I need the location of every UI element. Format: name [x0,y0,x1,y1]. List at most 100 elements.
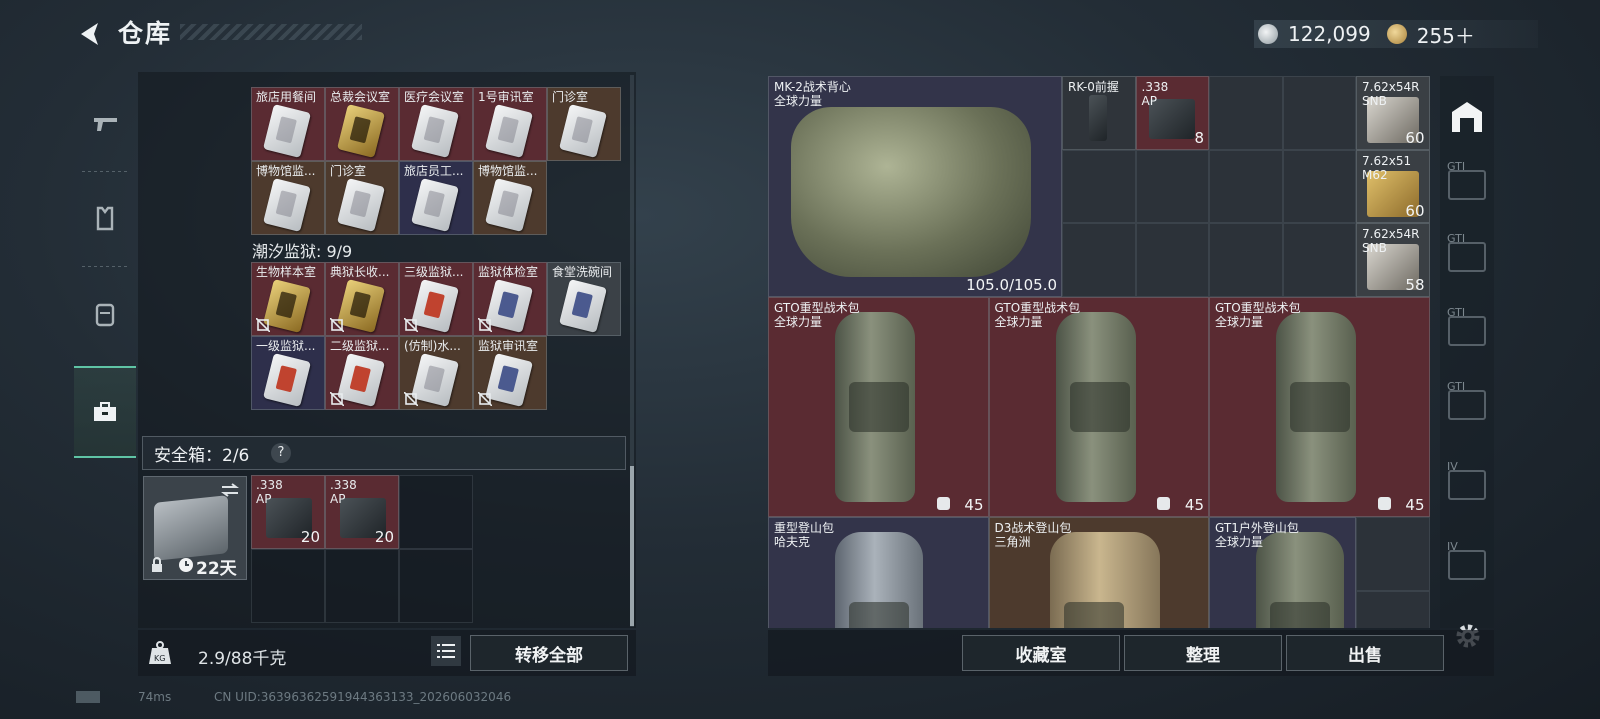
safebox-expiry: 22天 [196,559,237,579]
empty-slot [325,549,399,623]
backpack-image [1055,311,1136,502]
key-card-slot[interactable]: 总裁会议室 [325,87,399,161]
ammo-count: 8 [1194,128,1204,147]
key-card-slot[interactable]: 博物馆监... [251,161,325,235]
weight-kg-icon: KG [149,641,171,664]
key-name: 监狱审讯室 [478,339,539,353]
item-name: GTO重型战术包 全球力量 [994,300,1081,329]
empty-slot [1135,223,1209,297]
backpack-item[interactable]: GTO重型战术包 全球力量 45 [988,296,1209,517]
help-icon[interactable]: ? [271,443,291,463]
no-transfer-icon [404,392,418,406]
keycard-image [263,104,311,158]
grip-image [1089,95,1107,141]
key-card-slot[interactable]: 二级监狱... [325,336,399,410]
keycard-image [263,178,311,232]
scrollbar-thumb[interactable] [630,466,634,626]
ammo-item[interactable]: 7.62x51 M62 60 [1356,149,1430,223]
key-card-slot[interactable]: 门诊室 [325,161,399,235]
key-card-slot[interactable]: 典狱长收... [325,262,399,336]
grip-item[interactable]: RK-0前握 [1062,76,1136,150]
clock-icon [179,558,193,572]
key-name: 生物样本室 [256,265,317,279]
stash-tab-main[interactable] [1440,82,1494,152]
page-title: 仓库 [118,19,173,48]
key-card-slot[interactable]: (仿制)水... [399,336,473,410]
keycard-image [411,353,459,407]
keycard-image [337,178,385,232]
backpack-item[interactable]: GTO重型战术包 全球力量 45 [1209,296,1430,517]
sort-button[interactable]: 整理 [1124,635,1282,671]
transfer-all-button[interactable]: 转移全部 [470,635,628,671]
key-name: 三级监狱... [404,265,464,279]
key-card-slot[interactable]: 监狱审讯室 [473,336,547,410]
key-card-slot[interactable]: 一级监狱... [251,336,325,410]
ammo-count: 20 [374,528,394,546]
list-icon [437,644,455,658]
stash-tab-icon [1448,550,1486,580]
key-name: 旅店用餐间 [256,90,317,104]
lock-icon [152,557,162,572]
key-card-slot[interactable]: 生物样本室 [251,262,325,336]
key-card-slot[interactable]: 食堂洗碗间 [547,262,621,336]
ammo-item[interactable]: 7.62x54R SNB 60 [1356,76,1430,150]
safebox-item[interactable]: 22天 [143,476,247,580]
backpack-item[interactable]: GTO重型战术包 全球力量 45 [768,296,989,517]
key-card-slot[interactable]: 门诊室 [547,87,621,161]
ammo-count: 58 [1405,275,1425,294]
ammo-slot[interactable]: .338 AP 20 [251,475,325,549]
armor-vest-item[interactable]: MK-2战术背心 全球力量 105.0/105.0 [768,76,1062,297]
gold-amount[interactable]: 255＋ [1417,20,1475,49]
ammo-count: 60 [1405,202,1425,220]
silver-amount: 122,099 [1288,22,1371,46]
backpack-item[interactable]: D3战术登山包 三角洲 [988,517,1209,628]
collection-room-button[interactable]: 收藏室 [962,635,1120,671]
weight-icon [1157,497,1170,510]
stash-tab-icon [1448,390,1486,420]
key-name: 1号审讯室 [478,90,534,104]
sell-button[interactable]: 出售 [1286,635,1444,671]
item-name: 7.62x54R SNB [1362,80,1420,108]
nav-keys[interactable] [74,366,136,458]
key-card-slot[interactable]: 医疗会议室 [399,87,473,161]
nav-armor[interactable] [74,174,136,262]
keycard-image [559,104,607,158]
empty-slot [399,549,473,623]
key-name: 门诊室 [552,90,589,104]
ammo-item[interactable]: 7.62x54R SNB 58 [1356,223,1430,297]
key-card-slot[interactable]: 三级监狱... [399,262,473,336]
key-card-slot[interactable]: 监狱体检室 [473,262,547,336]
key-name: 一级监狱... [256,339,316,353]
section-title-tidal-prison: 潮汐监狱: 9/9 [252,242,353,261]
item-name: GT1户外登山包 全球力量 [1215,521,1299,549]
title-decoration [180,24,362,40]
ammo-slot[interactable]: .338 AP 20 [325,475,399,549]
key-card-slot[interactable]: 旅店用餐间 [251,87,325,161]
list-view-button[interactable] [431,636,461,666]
key-card-slot[interactable]: 博物馆监... [473,161,547,235]
backpack-item[interactable]: 重型登山包 哈夫克 [768,517,989,628]
backpack-item[interactable]: GT1户外登山包 全球力量 [1209,517,1356,628]
nav-weapon[interactable] [74,80,136,168]
weight-icon [936,497,950,510]
key-name: 二级监狱... [330,339,390,353]
key-card-slot[interactable]: 旅店员工... [399,161,473,235]
category-nav [74,70,136,470]
empty-slot [1356,590,1430,628]
back-arrow-icon[interactable] [76,20,104,48]
nav-backpack[interactable] [74,270,136,358]
ammo-item[interactable]: .338 AP 8 [1135,76,1209,150]
safebox-label: 安全箱：2/6 [154,446,250,466]
key-grid-group1: 旅店用餐间 总裁会议室 医疗会议室 1号审讯室 门诊室 博物馆监... 门诊室 旅店员工...… [251,87,621,235]
battery-icon [76,691,100,703]
backpack-image [835,532,923,628]
toolbox-icon [94,402,116,421]
empty-slot [1062,223,1136,297]
keycard-image [411,279,459,333]
swap-icon[interactable] [220,483,240,497]
keycard-image [485,104,533,158]
key-card-slot[interactable]: 1号审讯室 [473,87,547,161]
stash-tab-label: IV [1447,460,1458,473]
gold-coin-icon [1386,24,1407,44]
no-transfer-icon [404,318,418,332]
